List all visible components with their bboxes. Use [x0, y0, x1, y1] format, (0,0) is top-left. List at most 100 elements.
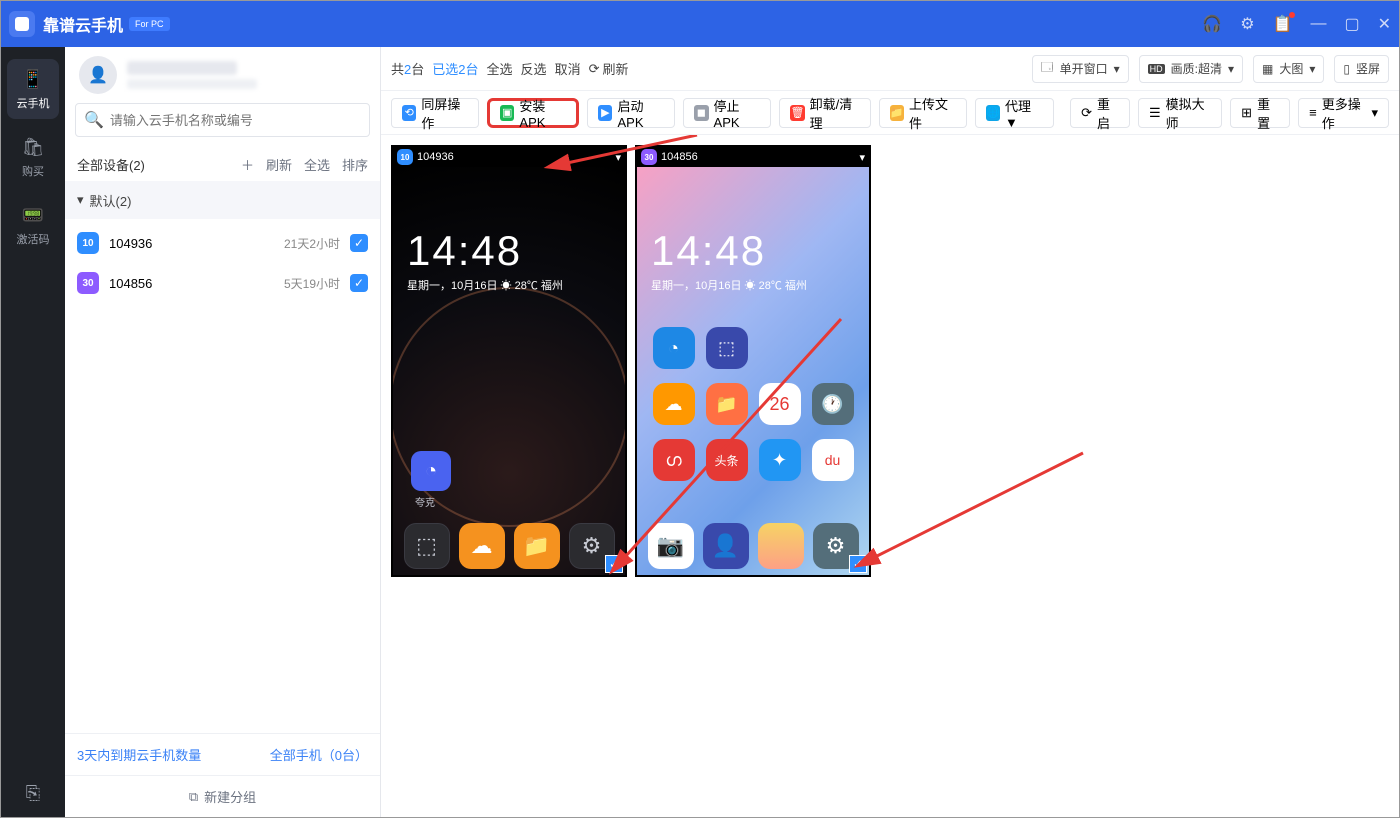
- invert-button[interactable]: 反选: [521, 59, 547, 78]
- orientation-button[interactable]: ▯竖屏: [1334, 55, 1389, 83]
- cancel-button[interactable]: 取消: [555, 59, 581, 78]
- all-phones-label[interactable]: 全部手机（0台）: [270, 745, 368, 764]
- nav-label: 购买: [22, 163, 44, 179]
- proxy-button[interactable]: 🌐代理 ▼: [975, 98, 1054, 128]
- phone-id: 104936: [417, 151, 454, 163]
- expiring-label[interactable]: 3天内到期云手机数量: [77, 745, 201, 764]
- phone-grid: 10 104936 ▾ 14:48 星期一，10月16日 ☀ 28℃ 福州 ◔ 夸…: [381, 135, 1399, 817]
- grid-icon: ▦: [1262, 62, 1273, 76]
- sync-icon: ⟲: [402, 105, 416, 121]
- new-group-label: 新建分组: [204, 787, 256, 806]
- phone-card[interactable]: 10 104936 ▾ 14:48 星期一，10月16日 ☀ 28℃ 福州 ◔ 夸…: [391, 145, 627, 577]
- nav-logout[interactable]: ⎘: [7, 773, 59, 813]
- search-input[interactable]: [110, 113, 361, 128]
- device-row[interactable]: 10 104936 21天2小时 ✓: [65, 223, 380, 263]
- sidebar-refresh[interactable]: 刷新: [266, 155, 292, 174]
- key-icon: 📟: [21, 203, 45, 227]
- globe-icon: 🌐: [986, 105, 1000, 121]
- refresh-button[interactable]: ⟳刷新: [589, 59, 629, 78]
- group-label: 默认(2): [90, 191, 132, 210]
- uninstall-button[interactable]: 🗑卸载/清理: [779, 98, 870, 128]
- userid-blurred: [127, 79, 257, 89]
- selected-text: 已选2台: [432, 59, 478, 78]
- chevron-down-icon: ▾: [1228, 62, 1234, 76]
- device-badge-icon: 10: [77, 232, 99, 254]
- quality-select[interactable]: HD画质:超清▾: [1139, 55, 1243, 83]
- clock-time: 14:48: [651, 227, 807, 275]
- window-mode-select[interactable]: 🗔单开窗口▾: [1032, 55, 1129, 83]
- phone-id: 104856: [661, 151, 698, 163]
- more-icon: ≡: [1309, 105, 1317, 120]
- sidebar: 👤 🔍 全部设备(2) ＋ 刷新 全选 排序: [65, 47, 381, 817]
- quark-app-label: 夸克: [415, 494, 435, 509]
- device-time: 5天19小时: [284, 275, 340, 292]
- group-header[interactable]: ▾ 默认(2): [65, 181, 380, 219]
- device-badge-icon: 30: [77, 272, 99, 294]
- settings-icon[interactable]: ⚙: [1240, 14, 1254, 34]
- search-box[interactable]: 🔍: [75, 103, 370, 137]
- cloud-app-icon: ☁: [653, 383, 695, 425]
- sync-screen-button[interactable]: ⟲同屏操作: [391, 98, 479, 128]
- device-checkbox[interactable]: ✓: [350, 234, 368, 252]
- device-checkbox[interactable]: ✓: [350, 274, 368, 292]
- device-time: 21天2小时: [284, 235, 340, 252]
- for-pc-badge: For PC: [129, 17, 170, 31]
- folder-icon: 📁: [890, 105, 904, 121]
- dock-camera-icon: 📷: [648, 523, 694, 569]
- nav-purchase[interactable]: 🛍 购买: [7, 127, 59, 187]
- copy-icon: ⧉: [189, 789, 198, 805]
- dock-files-icon: 📁: [514, 523, 560, 569]
- stop-icon: ◼: [694, 105, 708, 121]
- phone-screen[interactable]: 14:48 星期一，10月16日 ☀ 28℃ 福州 ◔ ⬚ ☁ 📁 26 🕐 ഗ: [637, 167, 869, 575]
- all-devices-label[interactable]: 全部设备(2): [77, 155, 145, 174]
- wesing-app-icon: ഗ: [653, 439, 695, 481]
- dock-contacts-icon: 👤: [703, 523, 749, 569]
- chevron-down-icon: ▾: [1309, 62, 1315, 76]
- launch-apk-button[interactable]: ▶启动APK: [587, 98, 675, 128]
- dock-shape-icon: ⬚: [404, 523, 450, 569]
- minimize-button[interactable]: —: [1310, 15, 1326, 33]
- device-badge-icon: 10: [397, 149, 413, 165]
- baidu-app-icon: du: [812, 439, 854, 481]
- add-group-icon[interactable]: ＋: [241, 155, 254, 174]
- quark-app-icon: ◔: [411, 451, 451, 491]
- phone-screen[interactable]: 14:48 星期一，10月16日 ☀ 28℃ 福州 ◔ 夸克 ⬚ ☁ 📁 ⚙ ✓: [393, 167, 625, 575]
- notifications-icon[interactable]: 📋: [1273, 14, 1293, 34]
- phone-menu-icon[interactable]: ▾: [615, 151, 621, 164]
- phone-card[interactable]: 30104856 ▾ 14:48 星期一，10月16日 ☀ 28℃ 福州 ◔ ⬚…: [635, 145, 871, 577]
- search-icon: 🔍: [84, 110, 104, 130]
- refresh-icon: ⟳: [589, 61, 600, 77]
- stop-apk-button[interactable]: ◼停止APK: [683, 98, 771, 128]
- size-select[interactable]: ▦大图▾: [1253, 55, 1324, 83]
- nav-cloud-phone[interactable]: 📱 云手机: [7, 59, 59, 119]
- close-button[interactable]: ✕: [1378, 14, 1391, 34]
- chevron-down-icon: ▾: [77, 192, 84, 208]
- sidebar-select-all[interactable]: 全选: [304, 155, 330, 174]
- sidebar-sort[interactable]: 排序: [342, 155, 368, 174]
- nav-activation[interactable]: 📟 激活码: [7, 195, 59, 255]
- clock-date: 星期一，10月16日 ☀ 28℃ 福州: [407, 277, 563, 293]
- device-id: 104856: [109, 276, 152, 291]
- phone-menu-icon[interactable]: ▾: [859, 151, 865, 164]
- device-row[interactable]: 30 104856 5天19小时 ✓: [65, 263, 380, 303]
- reset-button[interactable]: ⊞重置: [1230, 98, 1290, 128]
- simulate-master-button[interactable]: ☰模拟大师: [1138, 98, 1222, 128]
- restart-button[interactable]: ⟳重启: [1070, 98, 1130, 128]
- more-actions-button[interactable]: ≡更多操作▾: [1298, 98, 1389, 128]
- toolbar-primary: 共2台 已选2台 全选 反选 取消 ⟳刷新 🗔单开窗口▾ HD画质:超清▾ ▦大…: [381, 47, 1399, 91]
- bars-icon: ☰: [1149, 105, 1161, 121]
- select-all-button[interactable]: 全选: [487, 59, 513, 78]
- phone-icon: 📱: [21, 67, 45, 91]
- device-id: 104936: [109, 236, 152, 251]
- titlebar: 靠谱云手机 For PC 🎧 ⚙ 📋 — ▢ ✕: [1, 1, 1399, 47]
- nav-label: 激活码: [17, 231, 50, 247]
- maximize-button[interactable]: ▢: [1344, 14, 1359, 34]
- trash-icon: 🗑: [790, 105, 804, 121]
- new-group-button[interactable]: ⧉ 新建分组: [65, 775, 380, 817]
- upload-file-button[interactable]: 📁上传文件: [879, 98, 967, 128]
- install-apk-button[interactable]: ▣安装APK: [487, 98, 579, 128]
- toolbar-secondary: ⟲同屏操作 ▣安装APK ▶启动APK ◼停止APK 🗑卸载/清理 📁上传文件 …: [381, 91, 1399, 135]
- headset-icon[interactable]: 🎧: [1202, 14, 1222, 34]
- chevron-down-icon: ▾: [1114, 62, 1120, 76]
- crop-app-icon: ⬚: [706, 327, 748, 369]
